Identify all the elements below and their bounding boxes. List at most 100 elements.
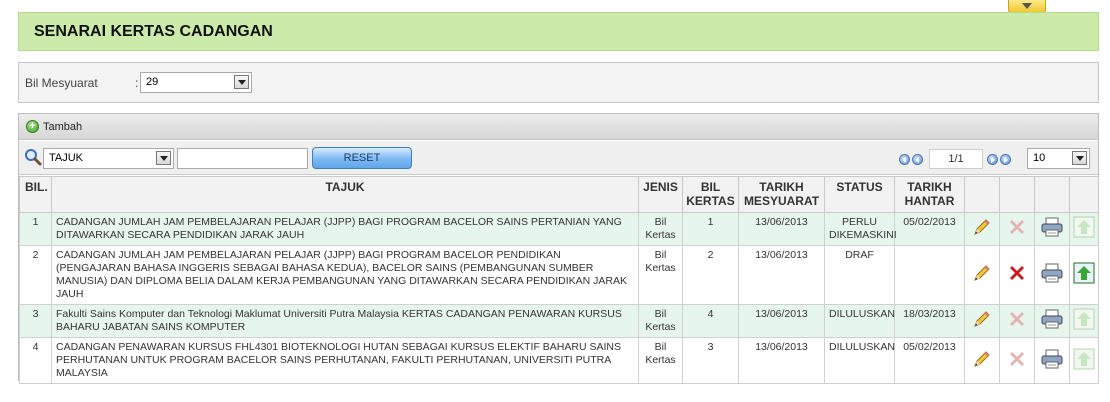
page-size-select[interactable]: 10 xyxy=(1027,148,1090,169)
cell-edit xyxy=(964,337,1000,384)
cell-jenis: Bil Kertas xyxy=(638,212,683,246)
cell-tajuk: CADANGAN JUMLAH JAM PEMBELAJARAN PELAJAR… xyxy=(51,245,639,305)
cell-status: DILULUSKAN xyxy=(824,337,895,384)
cell-status: DILULUSKAN xyxy=(824,304,895,338)
cell-bil-kertas: 4 xyxy=(682,304,739,338)
cell-submit xyxy=(1069,245,1099,305)
search-icon xyxy=(25,149,42,166)
cell-print xyxy=(1034,212,1070,246)
reset-button[interactable]: RESET xyxy=(312,147,412,169)
column-header-submit xyxy=(1069,176,1099,213)
chevron-down-icon[interactable] xyxy=(156,151,171,165)
search-field-select[interactable]: TAJUK xyxy=(43,148,174,169)
column-header-print xyxy=(1034,176,1070,213)
search-field-value: TAJUK xyxy=(49,152,84,164)
search-input[interactable] xyxy=(177,148,308,169)
cell-bil-kertas: 1 xyxy=(682,212,739,246)
next-page-icon[interactable] xyxy=(987,153,998,165)
delete-x-icon[interactable] xyxy=(1006,216,1028,238)
upload-icon[interactable] xyxy=(1073,216,1095,238)
add-button-label: Tambah xyxy=(43,120,83,133)
table-row: 1 CADANGAN JUMLAH JAM PEMBELAJARAN PELAJA… xyxy=(19,212,1099,246)
meeting-number-value: 29 xyxy=(146,76,159,88)
header-line: HANTAR xyxy=(904,194,955,208)
page-indicator: 1/1 xyxy=(929,149,983,169)
cell-tarikh-hantar: 05/02/2013 xyxy=(894,337,965,384)
cell-tarikh-mesyuarat: 13/06/2013 xyxy=(738,245,825,305)
first-page-icon[interactable] xyxy=(899,153,910,165)
column-header-tajuk: TAJUK xyxy=(51,176,639,213)
pagination: 1/1 xyxy=(899,149,1013,169)
pencil-icon[interactable] xyxy=(971,263,993,285)
cell-jenis: Bil Kertas xyxy=(638,245,683,305)
proposal-table: BIL. TAJUK JENIS BIL KERTAS TARIKH MESYUAR… xyxy=(19,176,1099,384)
cell-delete xyxy=(999,245,1035,305)
printer-icon[interactable] xyxy=(1041,309,1063,331)
cell-bil: 1 xyxy=(19,212,52,246)
chevron-down-icon[interactable] xyxy=(234,75,249,89)
plus-icon: + xyxy=(26,120,39,133)
cell-delete xyxy=(999,212,1035,246)
column-header-tarikh-mesyuarat: TARIKH MESYUARAT xyxy=(738,176,825,213)
cell-tarikh-hantar: 05/02/2013 xyxy=(894,212,965,246)
cell-submit xyxy=(1069,212,1099,246)
upload-icon[interactable] xyxy=(1073,308,1095,330)
previous-page-icon[interactable] xyxy=(912,153,923,165)
label-colon: : xyxy=(135,76,139,90)
cell-edit xyxy=(964,304,1000,338)
delete-x-icon[interactable] xyxy=(1006,348,1028,370)
pencil-icon[interactable] xyxy=(971,217,993,239)
column-header-jenis: JENIS xyxy=(638,176,683,213)
printer-icon[interactable] xyxy=(1041,349,1063,371)
page-header: SENARAI KERTAS CADANGAN xyxy=(18,12,1099,51)
last-page-icon[interactable] xyxy=(1000,153,1011,165)
header-line: TARIKH xyxy=(907,180,952,194)
table-row: 2 CADANGAN JUMLAH JAM PEMBELAJARAN PELAJA… xyxy=(19,245,1099,305)
cell-bil-kertas: 3 xyxy=(682,337,739,384)
cell-delete xyxy=(999,304,1035,338)
cell-tajuk: Fakulti Sains Komputer dan Teknologi Mak… xyxy=(51,304,639,338)
cell-tarikh-hantar: 18/03/2013 xyxy=(894,304,965,338)
column-header-tarikh-hantar: TARIKH HANTAR xyxy=(894,176,965,213)
meeting-number-select[interactable]: 29 xyxy=(140,72,252,93)
page-title: SENARAI KERTAS CADANGAN xyxy=(34,23,273,40)
cell-jenis: Bil Kertas xyxy=(638,304,683,338)
upload-icon[interactable] xyxy=(1073,348,1095,370)
cell-tarikh-mesyuarat: 13/06/2013 xyxy=(738,337,825,384)
pencil-icon[interactable] xyxy=(971,349,993,371)
header-line: KERTAS xyxy=(686,194,735,208)
meeting-filter: Bil Mesyuarat : 29 xyxy=(18,62,1099,103)
cell-submit xyxy=(1069,304,1099,338)
header-line: MESYUARAT xyxy=(743,194,820,208)
header-line: TARIKH xyxy=(759,180,804,194)
cell-tarikh-mesyuarat: 13/06/2013 xyxy=(738,212,825,246)
add-button[interactable]: + Tambah xyxy=(26,120,82,133)
cell-submit xyxy=(1069,337,1099,384)
search-bar: TAJUK RESET 1/1 10 xyxy=(19,141,1098,175)
delete-x-icon[interactable] xyxy=(1006,262,1028,284)
cell-print xyxy=(1034,337,1070,384)
column-header-bil: BIL. xyxy=(19,176,52,213)
cell-edit xyxy=(964,245,1000,305)
chevron-down-icon xyxy=(1022,2,1032,9)
list-toolbar: + Tambah xyxy=(19,114,1098,140)
cell-tarikh-hantar xyxy=(894,245,965,305)
table-row: 3 Fakulti Sains Komputer dan Teknologi Ma… xyxy=(19,304,1099,338)
chevron-down-icon[interactable] xyxy=(1072,151,1087,165)
meeting-number-label: Bil Mesyuarat xyxy=(25,76,98,90)
table-row: 4 CADANGAN PENAWARAN KURSUS FHL4301 BIOTE… xyxy=(19,337,1099,384)
cell-bil: 2 xyxy=(19,245,52,305)
upload-icon[interactable] xyxy=(1073,262,1095,284)
printer-icon[interactable] xyxy=(1041,263,1063,285)
pencil-icon[interactable] xyxy=(971,309,993,331)
delete-x-icon[interactable] xyxy=(1006,308,1028,330)
column-header-status: STATUS xyxy=(824,176,895,213)
cell-tajuk: CADANGAN PENAWARAN KURSUS FHL4301 BIOTEK… xyxy=(51,337,639,384)
cell-jenis: Bil Kertas xyxy=(638,337,683,384)
cell-status: PERLU DIKEMASKINI xyxy=(824,212,897,246)
cell-tajuk: CADANGAN JUMLAH JAM PEMBELAJARAN PELAJAR… xyxy=(51,212,639,246)
cell-status: DRAF xyxy=(824,245,895,305)
printer-icon[interactable] xyxy=(1041,217,1063,239)
cell-tarikh-mesyuarat: 13/06/2013 xyxy=(738,304,825,338)
column-header-bil-kertas: BIL KERTAS xyxy=(682,176,739,213)
